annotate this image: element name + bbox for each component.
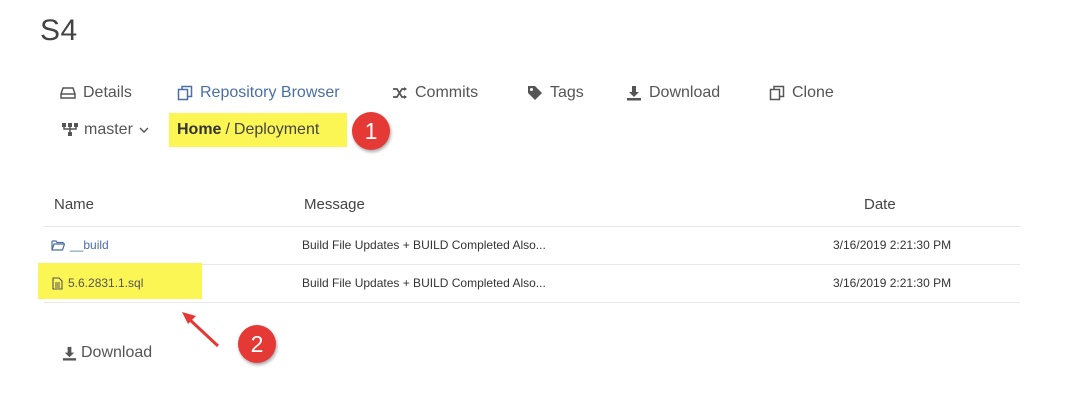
download-label: Download <box>81 344 153 361</box>
tab-download[interactable]: Download <box>626 84 720 102</box>
file-name[interactable]: 5.6.2831.1.sql <box>68 276 143 290</box>
commit-date: 3/16/2019 2:21:30 PM <box>833 238 952 252</box>
tab-label: Download <box>649 84 721 101</box>
drive-icon <box>60 87 76 99</box>
tab-clone[interactable]: Clone <box>769 84 834 102</box>
tab-label: Tags <box>550 84 584 101</box>
commit-message: Build File Updates + BUILD Completed Als… <box>302 238 546 252</box>
copy-icon <box>177 85 193 101</box>
breadcrumb-home[interactable]: Home <box>177 121 221 139</box>
table-header: Name Message Date <box>44 186 1020 227</box>
file-text-icon <box>52 276 63 290</box>
annotation-arrow <box>182 312 220 348</box>
breadcrumb: Home / Deployment <box>169 113 347 147</box>
tab-commits[interactable]: Commits <box>392 84 478 102</box>
tab-label: Repository Browser <box>200 84 340 101</box>
tab-label: Commits <box>415 84 479 101</box>
commit-date: 3/16/2019 2:21:30 PM <box>833 276 952 290</box>
tab-label: Clone <box>792 84 834 101</box>
tab-details[interactable]: Details <box>60 84 132 102</box>
branch-name: master <box>84 121 133 138</box>
repository-title: S4 <box>40 14 78 47</box>
folder-entry[interactable]: __build <box>51 238 109 252</box>
chevron-down-icon <box>139 127 149 133</box>
table-row: __build Build File Updates + BUILD Compl… <box>44 227 1020 265</box>
folder-open-icon <box>51 240 65 251</box>
shuffle-icon <box>393 87 407 99</box>
branch-selector[interactable]: master <box>62 121 149 139</box>
file-entry[interactable]: 5.6.2831.1.sql <box>52 276 143 290</box>
file-table: Name Message Date __build Build File Upd… <box>38 186 1020 303</box>
download-icon <box>627 86 641 101</box>
download-icon <box>62 346 77 361</box>
annotation-badge-1: 1 <box>352 112 390 150</box>
table-row: 5.6.2831.1.sql Build File Updates + BUIL… <box>38 263 1020 303</box>
annotation-badge-2: 2 <box>238 325 276 363</box>
clone-icon <box>769 85 785 101</box>
tag-icon <box>528 86 542 100</box>
column-header-date[interactable]: Date <box>864 196 896 213</box>
commit-message: Build File Updates + BUILD Completed Als… <box>302 276 546 290</box>
column-header-name[interactable]: Name <box>54 196 94 213</box>
breadcrumb-current[interactable]: Deployment <box>234 121 319 139</box>
column-header-message[interactable]: Message <box>304 196 365 213</box>
breadcrumb-separator: / <box>225 121 230 138</box>
branch-icon <box>62 123 78 136</box>
tab-tags[interactable]: Tags <box>527 84 584 102</box>
tab-repository-browser[interactable]: Repository Browser <box>177 84 340 102</box>
download-file-button[interactable]: Download <box>62 344 152 362</box>
tab-label: Details <box>83 84 132 101</box>
folder-name[interactable]: __build <box>70 238 109 252</box>
